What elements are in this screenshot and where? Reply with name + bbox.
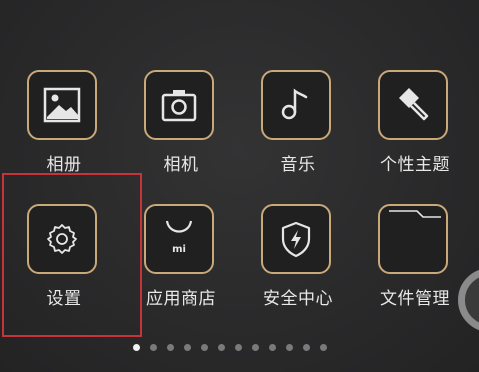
page-dot[interactable] (150, 343, 157, 351)
app-label-photos: 相册 (46, 155, 82, 175)
shield-bolt-icon (261, 204, 331, 274)
page-dot[interactable] (201, 343, 208, 351)
page-dot[interactable] (167, 343, 174, 351)
page-dot-active[interactable] (133, 343, 140, 351)
camera-icon (144, 70, 214, 140)
app-music[interactable]: 音乐 (240, 70, 356, 200)
app-themes[interactable]: 个性主题 (357, 70, 473, 200)
page-dot[interactable] (269, 343, 276, 351)
paintbrush-icon (378, 70, 448, 140)
app-label-security: 安全中心 (263, 289, 333, 309)
page-dot[interactable] (252, 343, 259, 351)
page-dot[interactable] (286, 343, 293, 351)
photo-album-icon (27, 70, 97, 140)
app-label-camera: 相机 (163, 155, 199, 175)
app-label-themes: 个性主题 (380, 155, 450, 175)
mi-logo-text: mi (172, 244, 186, 255)
page-dot[interactable] (320, 343, 327, 351)
app-label-files: 文件管理 (380, 289, 450, 309)
highlight-box (2, 173, 142, 337)
page-dot[interactable] (303, 343, 310, 351)
mi-app-store-icon: mi (144, 204, 214, 274)
page-dot[interactable] (184, 343, 191, 351)
page-indicator[interactable] (133, 342, 327, 352)
app-label-music: 音乐 (280, 155, 316, 175)
app-security[interactable]: 安全中心 (240, 204, 356, 334)
music-note-icon (261, 70, 331, 140)
page-dot[interactable] (235, 343, 242, 351)
folder-icon (378, 204, 448, 274)
page-dot[interactable] (218, 343, 225, 351)
home-screen: 相册 相机 音乐 个性主题 设置 mi 应用商店 安全中心 文件管理 (0, 0, 479, 372)
app-files[interactable]: 文件管理 (357, 204, 473, 334)
